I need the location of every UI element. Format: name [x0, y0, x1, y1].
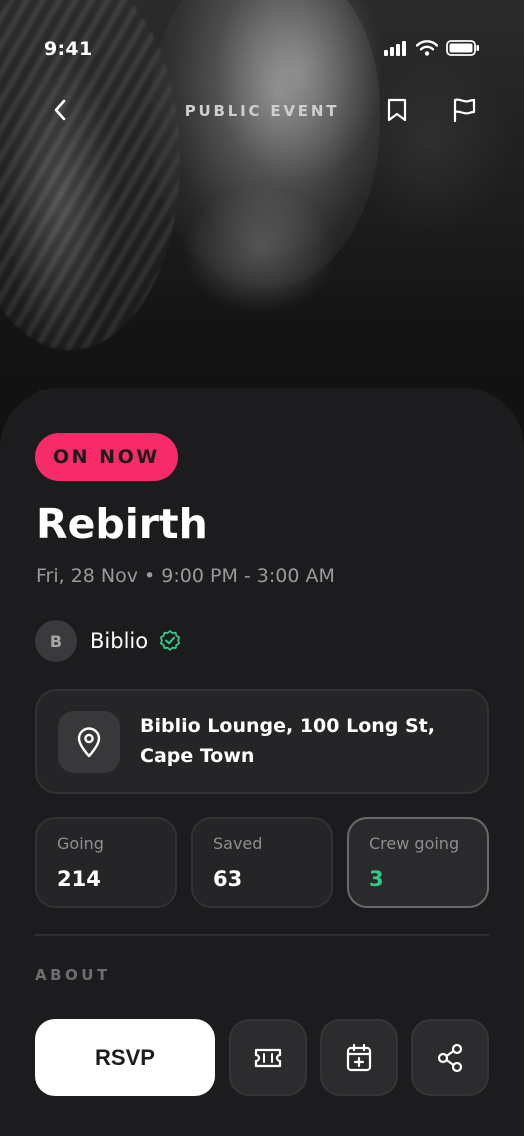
host-row[interactable]: B Biblio — [35, 620, 182, 662]
stat-going[interactable]: Going 214 — [35, 817, 177, 908]
report-button[interactable] — [448, 94, 480, 126]
status-time: 9:41 — [44, 38, 93, 60]
stat-crew-going[interactable]: Crew going 3 — [347, 817, 489, 908]
host-name: Biblio — [90, 629, 149, 653]
add-to-calendar-button[interactable] — [320, 1019, 398, 1096]
stat-going-label: Going — [57, 834, 104, 853]
share-icon — [437, 1043, 463, 1072]
divider — [35, 934, 489, 936]
ticket-icon — [254, 1048, 282, 1067]
about-heading: ABOUT — [35, 966, 111, 984]
host-avatar: B — [35, 620, 77, 662]
stat-crew-value: 3 — [369, 867, 384, 891]
stat-saved-label: Saved — [213, 834, 263, 853]
stat-saved[interactable]: Saved 63 — [191, 817, 333, 908]
flag-icon — [453, 98, 476, 123]
status-bar: 9:41 — [0, 30, 524, 70]
status-badge: ON NOW — [35, 433, 178, 481]
signal-icon — [384, 41, 406, 56]
event-title: Rebirth — [36, 500, 208, 548]
top-nav: PUBLIC EVENT — [0, 86, 524, 134]
verified-icon — [159, 630, 181, 651]
calendar-add-icon — [346, 1043, 372, 1071]
wifi-icon — [416, 40, 438, 56]
share-button[interactable] — [411, 1019, 489, 1096]
battery-icon — [446, 40, 479, 56]
location-icon-box — [58, 711, 120, 773]
stat-crew-label: Crew going — [369, 834, 460, 853]
stat-going-value: 214 — [57, 867, 101, 891]
bookmark-icon — [387, 98, 407, 122]
location-card[interactable]: Biblio Lounge, 100 Long St, Cape Town — [35, 689, 489, 794]
event-datetime: Fri, 28 Nov • 9:00 PM - 3:00 AM — [36, 565, 335, 587]
map-pin-icon — [77, 727, 101, 758]
ticket-button[interactable] — [229, 1019, 307, 1096]
location-address: Biblio Lounge, 100 Long St, Cape Town — [140, 715, 435, 767]
bookmark-button[interactable] — [381, 94, 413, 126]
status-icons — [384, 40, 480, 56]
nav-title: PUBLIC EVENT — [184, 102, 340, 120]
rsvp-button[interactable]: RSVP — [35, 1019, 215, 1096]
stat-saved-value: 63 — [213, 867, 243, 891]
